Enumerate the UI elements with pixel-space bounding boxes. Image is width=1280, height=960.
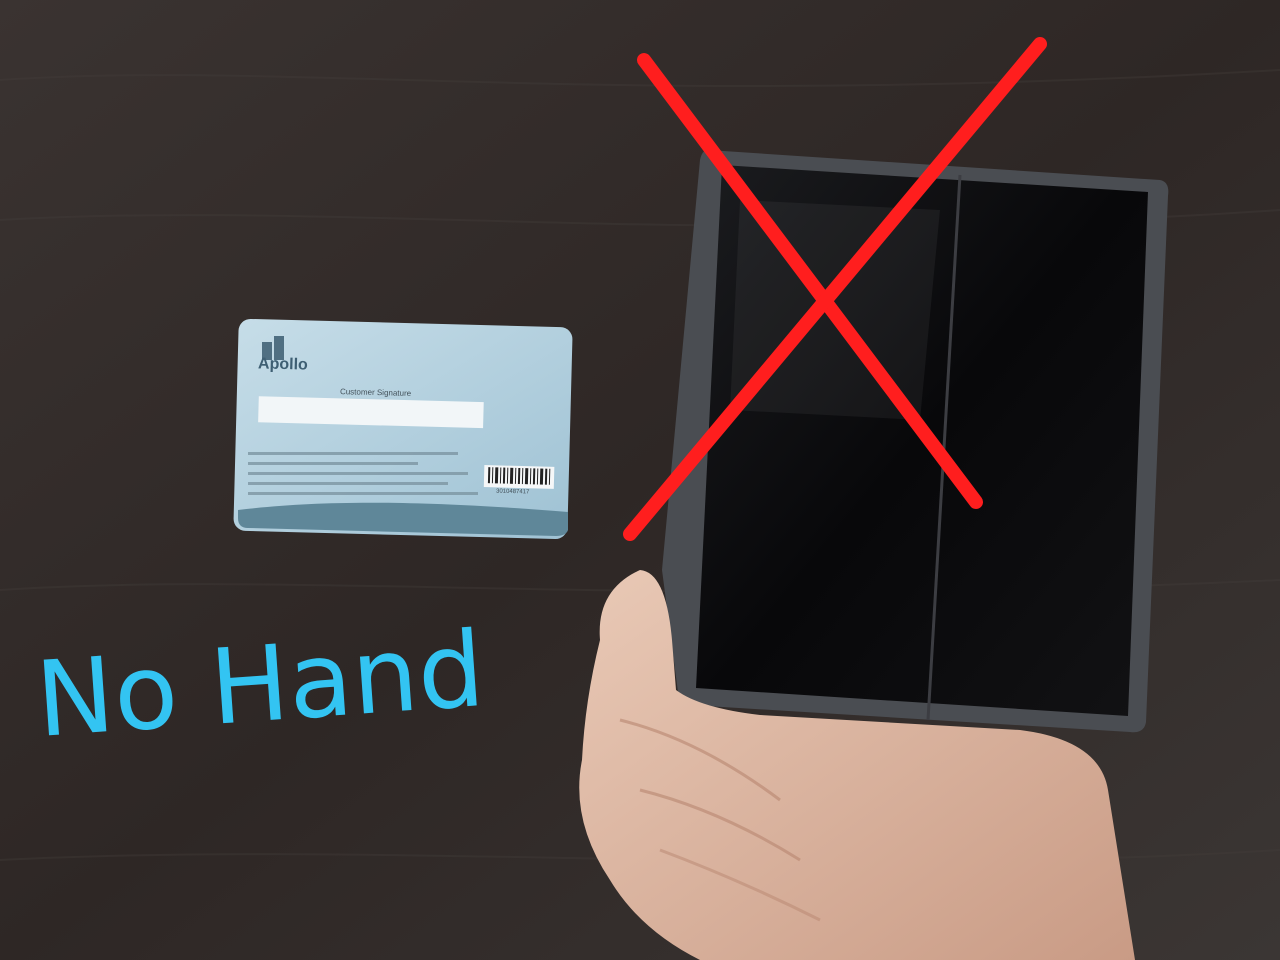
barcode (483, 465, 555, 489)
no-hand-caption: No Hand (32, 607, 488, 761)
phone-box (662, 150, 1169, 733)
photo-scene (0, 0, 1280, 960)
card-signature-label: Customer Signature (339, 387, 412, 398)
loyalty-card (233, 318, 573, 540)
card-barcode-number: 3010487417 (495, 488, 530, 496)
card-brand-label: Apollo (257, 355, 308, 374)
